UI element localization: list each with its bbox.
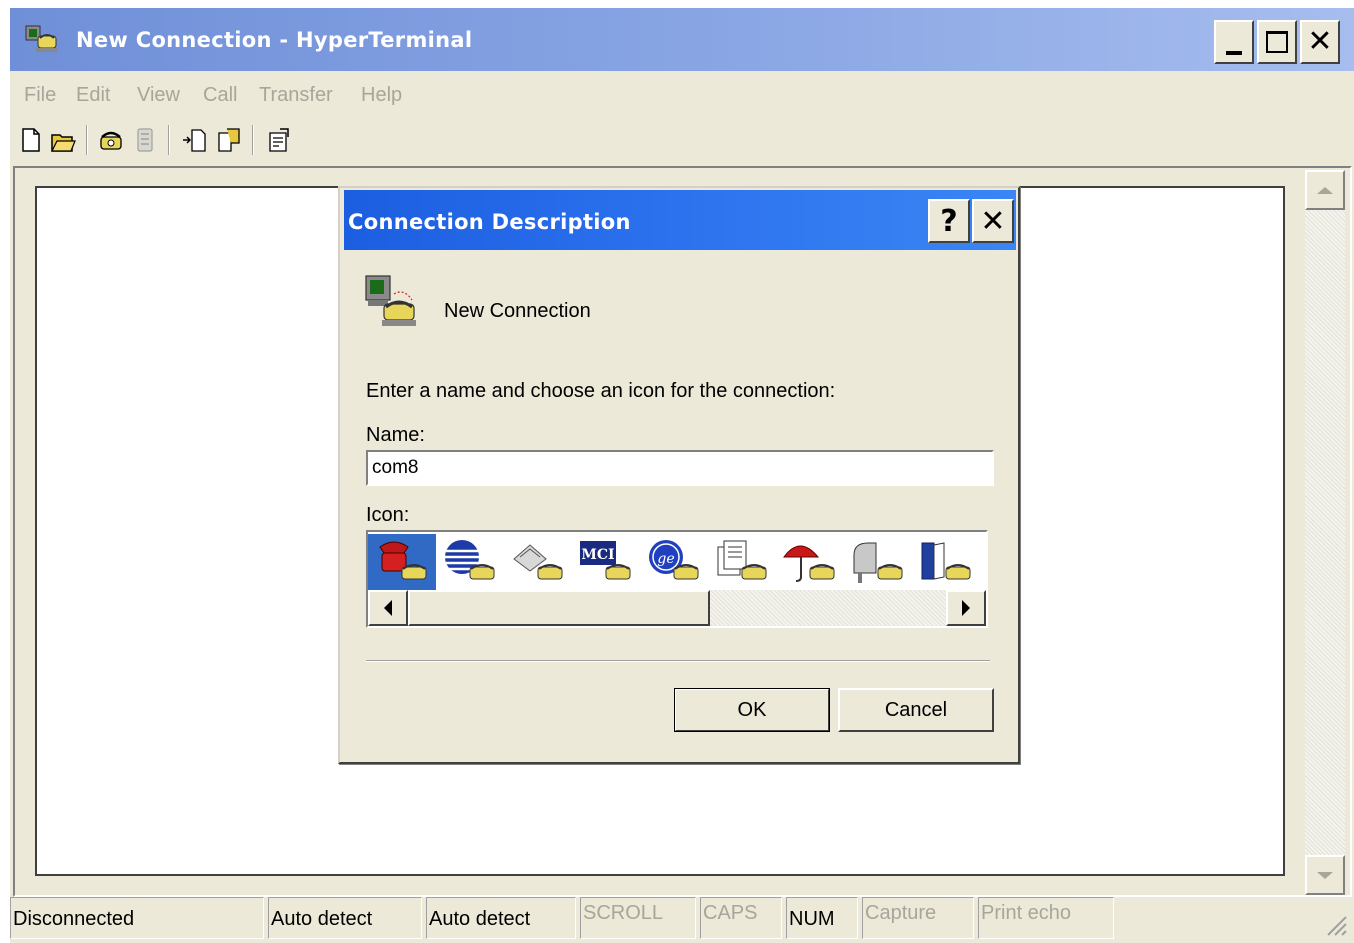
scroll-right-button[interactable] <box>946 590 986 626</box>
dialog-title: Connection Description <box>348 210 631 234</box>
globe-phone-icon <box>445 540 495 580</box>
status-caps: CAPS <box>700 897 782 939</box>
connection-name-label: New Connection <box>444 300 591 322</box>
svg-text:MCI: MCI <box>581 547 614 563</box>
documents-phone-icon <box>717 540 767 580</box>
arrow-left-icon <box>384 600 392 616</box>
properties-icon[interactable] <box>266 125 292 155</box>
toolbar-separator <box>86 125 88 155</box>
mci-phone-icon: MCI <box>580 541 631 580</box>
icon-option-red-phone[interactable] <box>368 534 436 590</box>
ok-button[interactable]: OK <box>674 688 830 732</box>
help-button[interactable]: ? <box>928 199 970 243</box>
icon-label: Icon: <box>366 504 410 526</box>
dialog-close-button[interactable]: ✕ <box>972 199 1014 243</box>
menu-view[interactable]: View <box>137 84 180 107</box>
scroll-up-button[interactable] <box>1305 170 1345 210</box>
status-num: NUM <box>786 897 858 939</box>
scroll-down-button[interactable] <box>1305 855 1345 895</box>
icon-option-mci[interactable]: MCI <box>572 534 640 590</box>
window-title: New Connection - HyperTerminal <box>76 28 473 52</box>
close-button[interactable]: ✕ <box>1300 20 1340 64</box>
close-icon: ✕ <box>980 203 1006 239</box>
open-icon[interactable] <box>50 125 76 155</box>
close-icon: ✕ <box>1307 24 1333 59</box>
arrow-down-icon <box>1317 871 1333 879</box>
toolbar <box>10 123 410 159</box>
fax-phone-icon <box>513 544 563 580</box>
status-detect-2: Auto detect <box>426 897 576 939</box>
dialog-separator <box>366 660 990 662</box>
menu-file[interactable]: File <box>24 84 56 107</box>
icon-option-book[interactable] <box>912 534 980 590</box>
minimize-button[interactable] <box>1214 20 1254 64</box>
svg-text:ge: ge <box>657 551 674 567</box>
connection-description-dialog: Connection Description ? ✕ New Connectio… <box>338 186 1020 764</box>
status-detect-1: Auto detect <box>268 897 422 939</box>
send-icon[interactable] <box>182 125 208 155</box>
icon-list: MCI ge <box>366 530 988 628</box>
menu-call[interactable]: Call <box>203 84 237 107</box>
status-scroll: SCROLL <box>580 897 696 939</box>
scroll-thumb[interactable] <box>408 590 710 626</box>
minimize-icon <box>1226 51 1242 55</box>
icon-option-fax[interactable] <box>504 534 572 590</box>
mailbox-phone-icon <box>853 542 903 583</box>
menu-transfer[interactable]: Transfer <box>259 84 333 107</box>
icon-option-umbrella[interactable] <box>776 534 844 590</box>
scroll-left-button[interactable] <box>368 590 408 626</box>
maximize-icon <box>1266 31 1288 53</box>
name-input[interactable] <box>366 450 994 486</box>
dialog-prompt: Enter a name and choose an icon for the … <box>366 380 836 402</box>
vertical-scrollbar[interactable] <box>1305 170 1345 895</box>
status-capture: Capture <box>862 897 974 939</box>
icon-list-scrollbar[interactable] <box>368 590 986 626</box>
icon-option-ge[interactable]: ge <box>640 534 708 590</box>
dialog-title-bar[interactable]: Connection Description ? ✕ <box>344 190 1016 250</box>
menu-help[interactable]: Help <box>361 84 402 107</box>
hyperterminal-app-icon <box>25 25 58 52</box>
icon-option-globe[interactable] <box>436 534 504 590</box>
arrow-right-icon <box>962 600 970 616</box>
red-phone-icon <box>379 541 427 580</box>
ge-phone-icon: ge <box>649 540 699 580</box>
receive-icon[interactable] <box>216 125 242 155</box>
icon-option-documents[interactable] <box>708 534 776 590</box>
status-connection: Disconnected <box>10 897 264 939</box>
toolbar-separator <box>168 125 170 155</box>
title-bar[interactable]: New Connection - HyperTerminal ✕ <box>10 8 1354 71</box>
new-icon[interactable] <box>18 125 44 155</box>
name-label: Name: <box>366 424 425 446</box>
call-icon[interactable] <box>98 125 124 155</box>
menu-bar: File Edit View Call Transfer Help <box>10 80 810 110</box>
connection-icon <box>365 275 416 326</box>
toolbar-separator <box>252 125 254 155</box>
resize-grip-icon[interactable] <box>1322 911 1348 937</box>
status-bar: Disconnected Auto detect Auto detect SCR… <box>10 897 1354 943</box>
cancel-button[interactable]: Cancel <box>838 688 994 732</box>
umbrella-phone-icon <box>783 545 835 582</box>
maximize-button[interactable] <box>1257 20 1297 64</box>
arrow-up-icon <box>1317 186 1333 194</box>
help-icon: ? <box>940 203 958 239</box>
menu-edit[interactable]: Edit <box>76 84 110 107</box>
icon-option-mailbox[interactable] <box>844 534 912 590</box>
disconnect-icon[interactable] <box>132 125 158 155</box>
book-phone-icon <box>921 542 971 580</box>
status-print-echo: Print echo <box>978 897 1114 939</box>
